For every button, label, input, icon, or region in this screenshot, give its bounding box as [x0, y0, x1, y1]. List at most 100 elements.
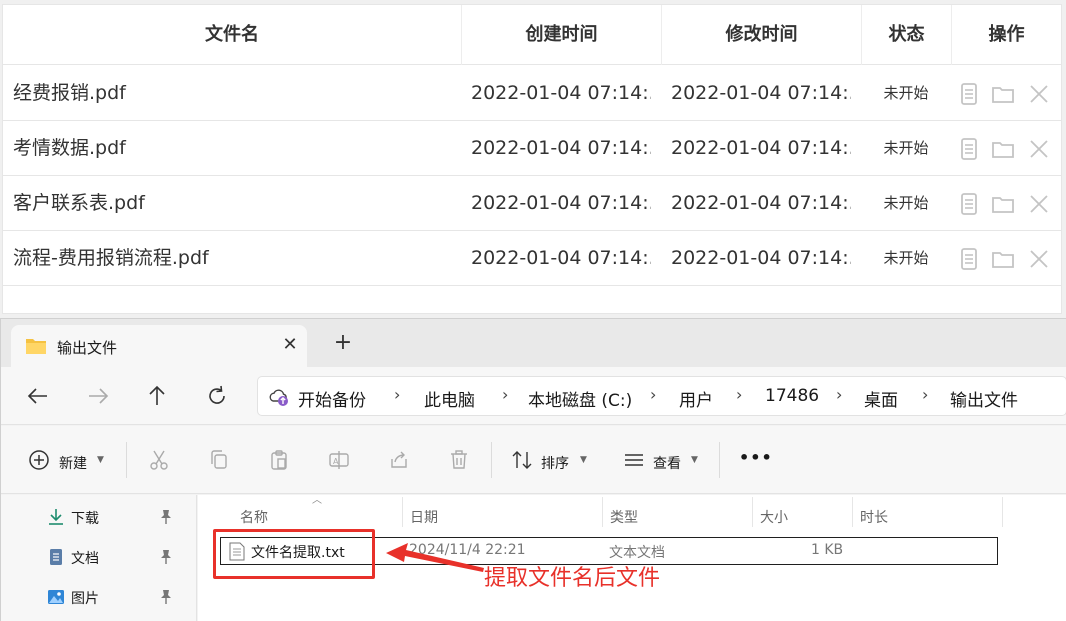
chevron-right-icon[interactable]: ›: [394, 385, 400, 404]
copy-icon[interactable]: [207, 448, 231, 472]
paste-icon[interactable]: [267, 448, 291, 472]
navigation-pane: 下载 文档 图片: [1, 495, 197, 621]
breadcrumb-backup[interactable]: 开始备份: [298, 386, 366, 411]
header-filename[interactable]: 文件名: [3, 5, 461, 65]
column-divider[interactable]: [602, 497, 603, 527]
tab-title: 输出文件: [57, 339, 118, 357]
sidebar-item-downloads[interactable]: 下载: [47, 503, 187, 533]
chevron-down-icon[interactable]: ▼: [97, 455, 104, 465]
chevron-right-icon[interactable]: ›: [836, 385, 842, 404]
download-icon: [49, 509, 63, 525]
row-actions: [953, 121, 1061, 176]
cut-icon[interactable]: [147, 448, 171, 472]
document-icon[interactable]: [957, 247, 981, 271]
folder-icon[interactable]: [991, 82, 1015, 106]
chevron-right-icon[interactable]: ›: [502, 385, 508, 404]
table-row[interactable]: 流程-费用报销流程.pdf 2022-01-04 07:14:... 2022-…: [3, 231, 1061, 286]
header-created[interactable]: 创建时间: [461, 5, 661, 65]
column-divider[interactable]: [402, 497, 403, 527]
header-status[interactable]: 状态: [861, 5, 951, 65]
row-created: 2022-01-04 07:14:...: [471, 82, 651, 104]
tab-output-folder[interactable]: 输出文件 ✕: [11, 325, 307, 367]
column-date[interactable]: 日期: [410, 507, 438, 527]
sidebar-item-label: 下载: [71, 511, 99, 527]
header-modified[interactable]: 修改时间: [661, 5, 861, 65]
pin-icon[interactable]: [159, 549, 173, 565]
close-icon[interactable]: [1027, 192, 1051, 216]
folder-icon[interactable]: [991, 192, 1015, 216]
table-row[interactable]: 客户联系表.pdf 2022-01-04 07:14:... 2022-01-0…: [3, 176, 1061, 231]
back-icon[interactable]: [25, 383, 51, 409]
document-icon[interactable]: [957, 192, 981, 216]
breadcrumb-local-disk[interactable]: 本地磁盘 (C:): [528, 386, 632, 411]
pin-icon[interactable]: [159, 589, 173, 605]
table-row[interactable]: 考情数据.pdf 2022-01-04 07:14:... 2022-01-04…: [3, 121, 1061, 176]
chevron-right-icon[interactable]: ›: [922, 385, 928, 404]
sidebar-item-label: 图片: [71, 591, 99, 607]
row-status: 未开始: [883, 139, 929, 157]
share-icon[interactable]: [387, 448, 411, 472]
sort-icon[interactable]: [510, 448, 534, 472]
column-size[interactable]: 大小: [760, 507, 788, 527]
breadcrumb-output-folder[interactable]: 输出文件: [950, 386, 1018, 411]
sort-button[interactable]: 排序: [541, 453, 569, 473]
more-options-button[interactable]: •••: [739, 448, 773, 467]
chevron-down-icon[interactable]: ▼: [580, 455, 587, 465]
row-modified: 2022-01-04 07:14:...: [671, 192, 851, 214]
rename-icon[interactable]: A: [327, 448, 351, 472]
close-icon[interactable]: [1027, 247, 1051, 271]
column-duration[interactable]: 时长: [860, 507, 888, 527]
address-bar[interactable]: 开始备份 › 此电脑 › 本地磁盘 (C:) › 用户 › 17486 › 桌面…: [257, 376, 1066, 416]
column-type[interactable]: 类型: [610, 507, 638, 527]
chevron-right-icon[interactable]: ›: [650, 385, 656, 404]
pin-icon[interactable]: [159, 509, 173, 525]
svg-text:A: A: [333, 457, 339, 466]
cloud-backup-icon: [269, 389, 288, 406]
breadcrumb-users[interactable]: 用户: [679, 386, 713, 411]
folder-icon: [26, 339, 46, 354]
new-tab-icon[interactable]: +: [331, 331, 355, 355]
row-modified: 2022-01-04 07:14:...: [671, 82, 851, 104]
close-tab-icon[interactable]: ✕: [279, 334, 301, 355]
row-filename: 流程-费用报销流程.pdf: [13, 247, 209, 269]
delete-icon[interactable]: [447, 448, 471, 472]
column-divider[interactable]: [1002, 497, 1003, 527]
close-icon[interactable]: [1027, 82, 1051, 106]
column-name[interactable]: 名称: [240, 507, 268, 527]
new-button[interactable]: 新建: [59, 453, 87, 473]
add-circle-icon[interactable]: [27, 448, 51, 472]
document-icon: [50, 549, 62, 565]
row-modified: 2022-01-04 07:14:...: [671, 247, 851, 269]
chevron-down-icon[interactable]: ▼: [691, 455, 698, 465]
chevron-right-icon[interactable]: ›: [736, 385, 742, 404]
arrow-icon: [386, 543, 484, 572]
tab-bar: 输出文件 ✕ +: [1, 319, 1066, 367]
breadcrumb-desktop[interactable]: 桌面: [864, 386, 898, 411]
close-icon[interactable]: [1027, 137, 1051, 161]
column-divider[interactable]: [752, 497, 753, 527]
sidebar-item-documents[interactable]: 文档: [47, 543, 187, 573]
refresh-icon[interactable]: [204, 383, 230, 409]
folder-icon[interactable]: [991, 137, 1015, 161]
document-icon[interactable]: [957, 82, 981, 106]
annotation-label: 提取文件名后文件: [484, 566, 661, 591]
file-size: 1 KB: [811, 542, 844, 558]
row-actions: [953, 176, 1061, 231]
view-button[interactable]: 查看: [653, 453, 681, 473]
sidebar-item-pictures[interactable]: 图片: [47, 583, 187, 613]
up-icon[interactable]: [144, 383, 170, 409]
breadcrumb-this-pc[interactable]: 此电脑: [424, 386, 475, 411]
table-row[interactable]: 经费报销.pdf 2022-01-04 07:14:... 2022-01-04…: [3, 66, 1061, 121]
view-icon[interactable]: [622, 448, 646, 472]
header-actions: 操作: [951, 5, 1061, 65]
breadcrumb-user-folder[interactable]: 17486: [765, 386, 819, 406]
row-created: 2022-01-04 07:14:...: [471, 192, 651, 214]
column-divider[interactable]: [852, 497, 853, 527]
highlight-box: [213, 529, 375, 579]
folder-icon[interactable]: [991, 247, 1015, 271]
forward-icon[interactable]: [85, 383, 111, 409]
row-modified: 2022-01-04 07:14:...: [671, 137, 851, 159]
command-bar: 新建 ▼ A 排序 ▼ 查看 ▼ •••: [1, 426, 1066, 494]
file-table: 文件名 创建时间 修改时间 状态 操作 经费报销.pdf 2022-01-04 …: [2, 4, 1062, 314]
document-icon[interactable]: [957, 137, 981, 161]
